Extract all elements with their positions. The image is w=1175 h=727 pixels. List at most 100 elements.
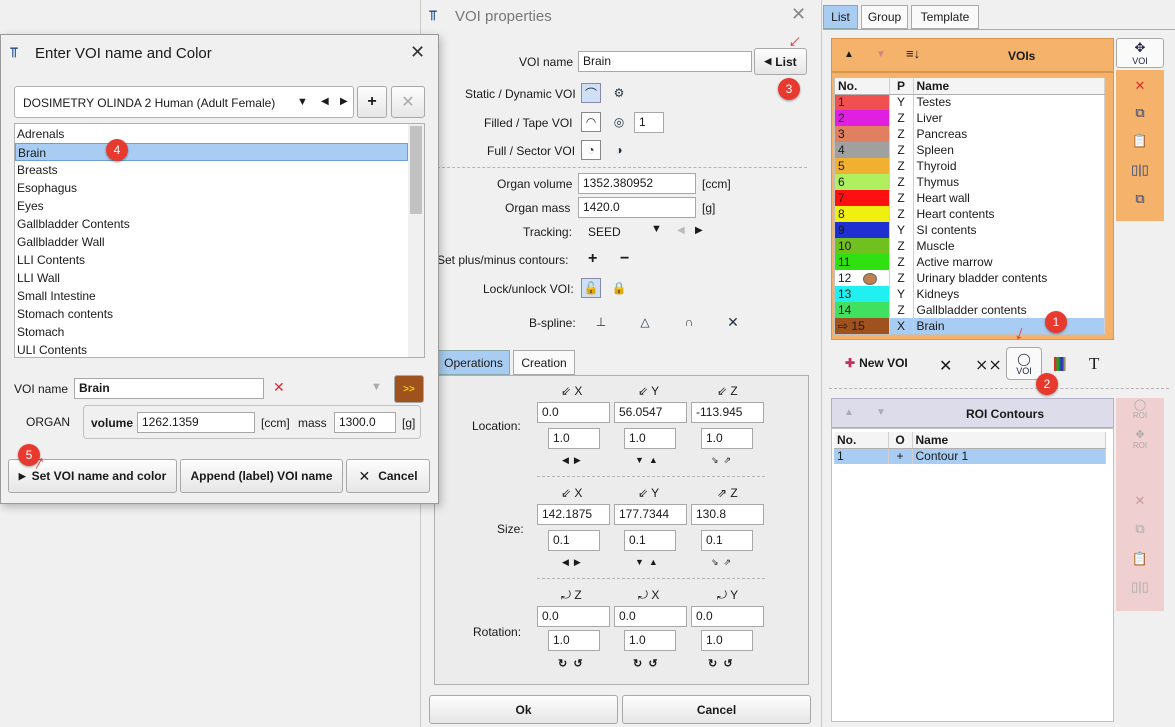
dynamic-voi-icon[interactable]: ⚙	[609, 83, 629, 103]
filled-voi-icon[interactable]: ◠	[581, 112, 601, 132]
ok-button[interactable]: Ok	[429, 695, 618, 724]
size-y-step[interactable]: 0.1	[624, 530, 676, 551]
table-row[interactable]: 12 Z Urinary bladder contents	[835, 270, 1105, 286]
delete-icon[interactable]: ✕	[939, 356, 952, 376]
rot-x-arrows[interactable]: ↻ ↺	[633, 657, 658, 670]
list-item[interactable]: Esophagus	[15, 179, 408, 197]
list-button[interactable]: ◀ List	[754, 48, 807, 75]
organ-list[interactable]: Adrenals Brain Breasts Esophagus Eyes Gallbla…	[14, 123, 425, 358]
roi-col-no[interactable]: No.	[834, 432, 889, 449]
volume-field[interactable]: 1262.1359	[137, 412, 255, 433]
table-row[interactable]: 8 Z Heart contents	[835, 206, 1105, 222]
col-no[interactable]: No.	[835, 78, 890, 95]
voi-edit-button[interactable]: ◯ VOI	[1006, 347, 1042, 380]
roi-table[interactable]: No. O Name 1 + Contour 1	[831, 428, 1114, 722]
loc-z-field[interactable]: -113.945	[691, 402, 764, 423]
rot-x-step[interactable]: 1.0	[624, 630, 676, 651]
col-p[interactable]: P	[889, 78, 914, 95]
move-up-icon[interactable]: ▲	[844, 49, 854, 60]
table-row[interactable]: 4 Z Spleen	[835, 142, 1105, 158]
bspline-tree-icon[interactable]: ⊥	[591, 312, 611, 332]
paste-new-voi-icon[interactable]: ⧉	[1128, 188, 1152, 210]
list-item[interactable]: Stomach contents	[15, 305, 408, 323]
rot-y-field[interactable]: 0.0	[691, 606, 764, 627]
tab-group[interactable]: Group	[861, 5, 908, 29]
paste-voi-icon[interactable]: 📋	[1128, 130, 1152, 152]
sector-voi-icon[interactable]: ◑	[609, 140, 629, 160]
rot-z-arrows[interactable]: ↻ ↺	[558, 657, 583, 670]
size-x-arrows[interactable]: ◀ ▶	[562, 557, 581, 568]
table-row[interactable]: 11 Z Active marrow	[835, 254, 1105, 270]
list-item[interactable]: LLI Contents	[15, 251, 408, 269]
dialog-cancel-button[interactable]: ✕ Cancel	[346, 459, 430, 493]
size-x-step[interactable]: 0.1	[548, 530, 600, 551]
delete-voi-icon[interactable]: ✕	[1128, 75, 1152, 97]
list-item[interactable]: Adrenals	[15, 125, 408, 143]
color-more-button[interactable]: >>	[394, 375, 424, 403]
scrollbar[interactable]	[408, 124, 424, 357]
list-item[interactable]: LLI Wall	[15, 269, 408, 287]
loc-z-step[interactable]: 1.0	[701, 428, 753, 449]
list-item[interactable]: ULI Contents	[15, 341, 408, 357]
clear-icon[interactable]: ✕	[273, 379, 285, 396]
loc-y-step[interactable]: 1.0	[624, 428, 676, 449]
move-down-icon[interactable]: ▼	[876, 407, 886, 418]
table-row[interactable]: 3 Z Pancreas	[835, 126, 1105, 142]
add-template-button[interactable]: +	[357, 86, 387, 118]
chevron-down-icon[interactable]: ▼	[651, 223, 662, 235]
list-item[interactable]: Breasts	[15, 161, 408, 179]
chevron-down-icon[interactable]: ▼	[371, 381, 382, 393]
rot-z-field[interactable]: 0.0	[537, 606, 610, 627]
text-icon[interactable]: T	[1089, 354, 1099, 374]
organ-mass-field[interactable]: 1420.0	[578, 197, 696, 218]
size-z-field[interactable]: 130.8	[691, 504, 764, 525]
static-voi-icon[interactable]: ⌒	[581, 83, 601, 103]
mirror-voi-icon[interactable]: ▯|▯	[1128, 159, 1152, 181]
col-name[interactable]: Name	[913, 78, 1105, 95]
list-item[interactable]: Stomach	[15, 323, 408, 341]
table-row[interactable]: 13 Y Kidneys	[835, 286, 1105, 302]
size-y-field[interactable]: 177.7344	[614, 504, 687, 525]
plus-icon[interactable]: +	[588, 250, 597, 268]
tab-operations[interactable]: Operations	[437, 350, 510, 375]
move-voi-button[interactable]: ✥ VOI	[1116, 38, 1164, 68]
new-voi-button[interactable]: ✚ New VOI	[845, 356, 908, 370]
rot-y-step[interactable]: 1.0	[701, 630, 753, 651]
tape-voi-icon[interactable]: ◎	[609, 112, 629, 132]
rot-z-step[interactable]: 1.0	[548, 630, 600, 651]
copy-voi-icon[interactable]: ⧉	[1128, 102, 1152, 124]
move-roi-button[interactable]: ✥ ROI	[1124, 428, 1156, 454]
tab-template[interactable]: Template	[911, 5, 979, 29]
table-row[interactable]: 9 Y SI contents	[835, 222, 1105, 238]
list-item[interactable]: Brain	[15, 143, 408, 161]
list-item[interactable]: Small Intestine	[15, 287, 408, 305]
bspline-close-icon[interactable]: ✕	[723, 312, 743, 332]
remove-template-button[interactable]: ✕	[391, 86, 425, 118]
minus-icon[interactable]: −	[620, 250, 629, 268]
table-row[interactable]: 1 + Contour 1	[834, 448, 1106, 464]
mirror-roi-icon[interactable]: ▯|▯	[1128, 576, 1152, 598]
next-icon[interactable]: ▶	[340, 96, 348, 107]
delete-roi-icon[interactable]: ✕	[1128, 490, 1152, 512]
rot-y-arrows[interactable]: ↻ ↺	[708, 657, 733, 670]
template-select[interactable]: DOSIMETRY OLINDA 2 Human (Adult Female) …	[14, 86, 354, 118]
paste-roi-icon[interactable]: 📋	[1128, 548, 1152, 570]
size-x-field[interactable]: 142.1875	[537, 504, 610, 525]
unlock-icon[interactable]: 🔓	[581, 278, 601, 298]
table-row[interactable]: 1 Y Testes	[835, 94, 1105, 110]
roi-col-o[interactable]: O	[888, 432, 913, 449]
loc-x-field[interactable]: 0.0	[537, 402, 610, 423]
table-row[interactable]: 2 Z Liver	[835, 110, 1105, 126]
table-row[interactable]: 5 Z Thyroid	[835, 158, 1105, 174]
table-row[interactable]: 10 Z Muscle	[835, 238, 1105, 254]
close-icon[interactable]: ✕	[791, 4, 806, 25]
cancel-button[interactable]: Cancel	[622, 695, 811, 724]
tab-list[interactable]: List	[823, 5, 858, 29]
prev-icon[interactable]: ◀	[677, 225, 685, 236]
organ-volume-field[interactable]: 1352.380952	[578, 173, 696, 194]
palette-icon[interactable]	[1054, 357, 1066, 371]
move-down-icon[interactable]: ▼	[876, 49, 886, 60]
size-z-step[interactable]: 0.1	[701, 530, 753, 551]
voi-name-field[interactable]: Brain	[578, 51, 752, 72]
list-item[interactable]: Gallbladder Contents	[15, 215, 408, 233]
